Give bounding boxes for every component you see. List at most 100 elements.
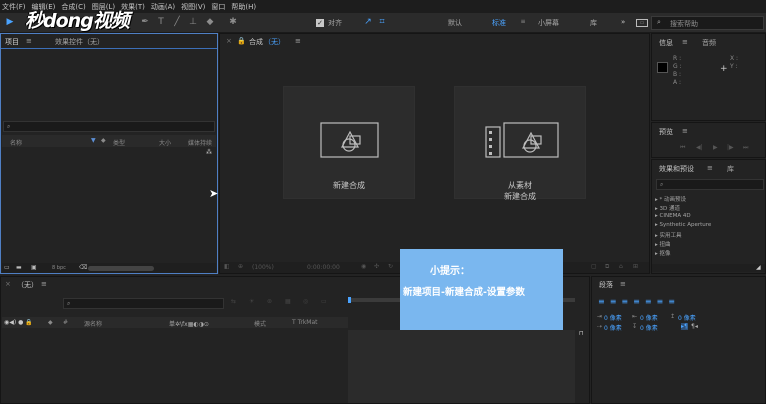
paragraph-menu-icon[interactable]: ≡ xyxy=(620,280,626,288)
workspace-library[interactable]: 库 xyxy=(590,18,597,28)
timeline-menu-icon[interactable]: ≡ xyxy=(41,280,47,288)
space-before-value[interactable]: 0 像素 xyxy=(678,313,696,322)
menu-window[interactable]: 窗口 xyxy=(211,2,225,12)
prev-frame-icon[interactable]: ◀| xyxy=(696,144,703,151)
workspace-default[interactable]: 默认 xyxy=(448,18,462,28)
tab-effect-controls[interactable]: 效果控件（无） xyxy=(55,37,104,47)
effects-search-input[interactable]: ⌕ xyxy=(656,179,764,190)
column-media-duration[interactable]: 媒体持续 xyxy=(188,138,212,147)
column-mode[interactable]: 模式 xyxy=(254,319,266,328)
3d-view-icon[interactable]: ⊞ xyxy=(633,263,638,270)
last-frame-icon[interactable]: ⏭ xyxy=(743,144,748,152)
lock-icon[interactable]: 🔒 xyxy=(237,37,246,45)
tab-preview[interactable]: 预览 xyxy=(659,127,673,137)
ltr-direction-icon[interactable]: ▸¶ xyxy=(681,323,688,330)
effects-item-synthetic-aperture[interactable]: ▸ Synthetic Aperture xyxy=(655,222,711,228)
first-line-indent-value[interactable]: 0 像素 xyxy=(604,323,622,332)
indent-right-value[interactable]: 0 像素 xyxy=(640,313,658,322)
effects-menu-icon[interactable]: ≡ xyxy=(707,164,713,172)
tab-effects-presets[interactable]: 效果和预设 xyxy=(659,164,694,174)
eraser-tool-icon[interactable]: ◆ xyxy=(205,17,215,27)
workspace-small-screen[interactable]: 小屏幕 xyxy=(538,18,559,28)
column-trkmat[interactable]: T TrkMat xyxy=(292,319,318,326)
flowchart-icon[interactable]: ⁂ xyxy=(206,149,212,156)
menu-help[interactable]: 帮助(H) xyxy=(231,2,256,12)
bpc-label[interactable]: 8 bpc xyxy=(52,265,66,271)
search-help-field[interactable]: ⌕ 搜索帮助 xyxy=(651,16,764,30)
snap-checkbox[interactable]: ✓ xyxy=(316,19,324,27)
draft-3d-icon[interactable]: ☀ xyxy=(249,298,254,305)
share-icon[interactable]: ⧉ xyxy=(605,263,609,271)
project-search-input[interactable]: ⌕ xyxy=(3,121,215,132)
project-menu-icon[interactable]: ≡ xyxy=(26,37,32,45)
preview-menu-icon[interactable]: ≡ xyxy=(682,127,688,135)
close-icon[interactable]: × xyxy=(226,37,232,45)
new-from-footage-card[interactable]: 从素材 新建合成 xyxy=(454,86,586,201)
close-icon[interactable]: × xyxy=(5,280,11,288)
color-icon[interactable]: ✣ xyxy=(374,263,379,270)
column-type[interactable]: 类型 xyxy=(113,138,125,147)
interpret-footage-icon[interactable]: ▭ xyxy=(4,264,10,271)
tab-paragraph[interactable]: 段落 xyxy=(599,280,613,290)
workspace-menu-icon[interactable]: ≡ xyxy=(518,17,528,27)
space-after-value[interactable]: 0 像素 xyxy=(640,323,658,332)
motion-blur-icon[interactable]: ◎ xyxy=(303,298,308,305)
column-source-name[interactable]: 源名称 xyxy=(84,319,102,328)
workspace-layout-icon[interactable]: ▭ xyxy=(636,19,648,27)
timeline-end-icon[interactable]: ⊓ xyxy=(579,330,584,337)
new-composition-icon[interactable]: ▣ xyxy=(31,264,37,271)
effects-item-distort[interactable]: ▸ 扭曲 xyxy=(655,240,671,248)
play-icon[interactable]: ▶ xyxy=(713,144,718,151)
column-size[interactable]: 大小 xyxy=(159,138,171,147)
timecode[interactable]: 0:00:00:00 xyxy=(307,264,340,271)
rtl-direction-icon[interactable]: ¶◂ xyxy=(691,323,698,330)
stamp-tool-icon[interactable]: ⊥ xyxy=(188,17,198,27)
sort-arrow-icon[interactable]: ▼ xyxy=(91,137,96,144)
project-scrollbar[interactable] xyxy=(88,266,154,271)
tab-info[interactable]: 信息 xyxy=(659,38,673,48)
workspace-standard[interactable]: 标准 xyxy=(492,18,506,28)
trash-icon[interactable]: ⌫ xyxy=(79,264,87,271)
info-menu-icon[interactable]: ≡ xyxy=(682,38,688,46)
fast-preview-icon[interactable]: ⌂ xyxy=(619,263,623,270)
new-composition-card[interactable]: 新建合成 xyxy=(283,86,415,199)
effects-item-presets[interactable]: ▸ * 动画预设 xyxy=(655,195,686,203)
selection-tool-icon[interactable]: ▶ xyxy=(5,17,15,27)
region-icon[interactable]: ◧ xyxy=(224,263,230,270)
new-folder-icon[interactable]: ▬ xyxy=(16,264,22,271)
refresh-icon[interactable]: ↻ xyxy=(388,263,393,270)
tab-project[interactable]: 项目 xyxy=(5,37,19,47)
menu-file[interactable]: 文件(F) xyxy=(2,2,26,12)
pen-tool-icon[interactable]: ✒ xyxy=(140,17,150,27)
tab-timeline[interactable]: （无） xyxy=(17,280,38,290)
resize-icon[interactable]: ◢ xyxy=(756,264,761,271)
effects-item-cinema4d[interactable]: ▸ CINEMA 4D xyxy=(655,213,691,219)
first-frame-icon[interactable]: ⏮ xyxy=(680,144,685,152)
menu-view[interactable]: 视图(V) xyxy=(181,2,205,12)
tab-library[interactable]: 库 xyxy=(727,164,734,174)
composition-menu-icon[interactable]: ≡ xyxy=(295,37,301,45)
workspace-more-button[interactable]: » xyxy=(621,18,625,26)
frame-blending-icon[interactable]: ▦ xyxy=(285,298,291,305)
timeline-track-area[interactable] xyxy=(348,330,575,403)
grid-icon[interactable]: ▢ xyxy=(591,263,597,270)
brush-tool-icon[interactable]: ╱ xyxy=(172,17,182,27)
camera-icon[interactable]: ◉ xyxy=(361,263,366,270)
tab-audio[interactable]: 音频 xyxy=(702,38,716,48)
alignment-buttons[interactable]: ≡≡≡≡≡≡≡ xyxy=(598,297,713,306)
snap-grid-icon[interactable]: ⌗ xyxy=(377,17,387,27)
shy-layers-icon[interactable]: ⊛ xyxy=(267,298,272,305)
graph-editor-icon[interactable]: ▭ xyxy=(321,298,327,305)
puppet-tool-icon[interactable]: ✱ xyxy=(228,17,238,27)
zoom-level[interactable]: (100%) xyxy=(252,264,274,271)
indent-left-value[interactable]: 0 像素 xyxy=(604,313,622,322)
menu-animation[interactable]: 动画(A) xyxy=(151,2,175,12)
text-tool-icon[interactable]: T xyxy=(156,17,166,27)
tab-composition[interactable]: 合成 xyxy=(249,37,263,47)
snap-edge-icon[interactable]: ↗ xyxy=(363,17,373,27)
effects-item-utility[interactable]: ▸ 实用工具 xyxy=(655,231,682,239)
effects-item-keying[interactable]: ▸ 抠像 xyxy=(655,249,671,257)
composition-mini-flowchart-icon[interactable]: ⇆ xyxy=(231,298,236,305)
label-tag-icon[interactable]: ◆ xyxy=(101,137,106,144)
timeline-search-input[interactable]: ⌕ xyxy=(63,298,224,309)
